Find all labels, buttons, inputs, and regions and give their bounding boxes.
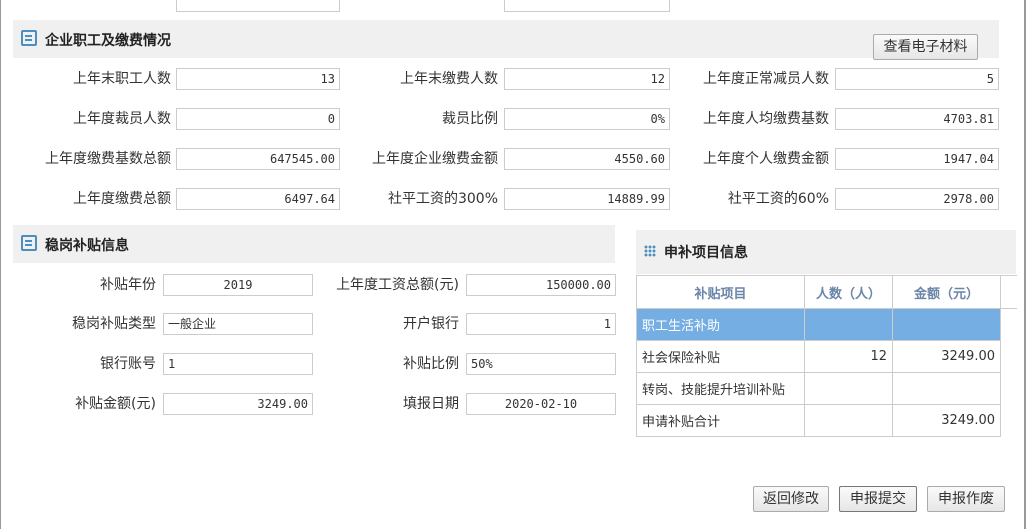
field-label: 裁员比例 xyxy=(442,111,498,127)
top-cut-input-1[interactable] xyxy=(176,0,340,12)
field-input[interactable]: 1 xyxy=(466,313,616,335)
field-input[interactable]: 2020-02-10 xyxy=(466,393,616,415)
field-label: 上年度缴费总额 xyxy=(73,191,171,207)
edit-icon xyxy=(21,30,37,46)
field-label: 上年度缴费基数总额 xyxy=(45,151,171,167)
field-label: 稳岗补贴类型 xyxy=(72,316,156,332)
panel-header: 申补项目信息 xyxy=(636,230,1016,274)
field-label: 上年度个人缴费金额 xyxy=(703,151,829,167)
top-cut-input-2[interactable] xyxy=(504,0,670,12)
field-input[interactable]: 0 xyxy=(176,108,340,130)
table-row[interactable]: 转岗、技能提升培训补贴 xyxy=(636,372,1017,405)
item-count xyxy=(804,308,893,341)
field-label: 社平工资的300% xyxy=(387,191,498,207)
section-subsidy-header: 稳岗补贴信息 xyxy=(13,225,615,263)
item-count xyxy=(804,404,893,437)
field-input[interactable]: 0% xyxy=(504,108,670,130)
item-amount xyxy=(892,372,1001,405)
field-input[interactable]: 647545.00 xyxy=(176,148,340,170)
item-name: 社会保险补贴 xyxy=(636,340,805,373)
col-header: 人数（人） xyxy=(804,275,893,309)
field-input[interactable]: 5 xyxy=(835,68,999,90)
field-input[interactable]: 12 xyxy=(504,68,670,90)
item-count xyxy=(804,372,893,405)
table-row[interactable]: 社会保险补贴 12 3249.00 xyxy=(636,340,1017,373)
field-label: 上年度人均缴费基数 xyxy=(703,111,829,127)
field-input[interactable]: 1947.04 xyxy=(835,148,999,170)
field-input[interactable]: 14889.99 xyxy=(504,188,670,210)
table-row[interactable]: 申请补贴合计 3249.00 xyxy=(636,404,1017,437)
panel-title: 申补项目信息 xyxy=(664,245,748,261)
subsidy-items-table: 补贴项目 人数（人） 金额（元） 职工生活补助 社会保险补贴 12 3249.00 转岗… xyxy=(636,275,1017,437)
field-label: 银行账号 xyxy=(100,356,156,372)
field-label: 补贴金额(元) xyxy=(75,396,156,412)
field-label: 补贴比例 xyxy=(403,356,459,372)
field-input[interactable]: 13 xyxy=(176,68,340,90)
field-label: 上年末缴费人数 xyxy=(400,71,498,87)
edit-icon xyxy=(21,235,37,251)
field-label: 上年末职工人数 xyxy=(73,71,171,87)
section-title: 企业职工及缴费情况 xyxy=(45,33,171,49)
grid-icon xyxy=(644,245,656,257)
void-button[interactable]: 申报作废 xyxy=(927,486,1005,512)
submit-button[interactable]: 申报提交 xyxy=(839,486,917,512)
item-amount xyxy=(892,308,1001,341)
field-input[interactable]: 150000.00 xyxy=(466,274,616,296)
field-label: 开户银行 xyxy=(403,316,459,332)
field-label: 上年度企业缴费金额 xyxy=(372,151,498,167)
item-count: 12 xyxy=(804,340,893,373)
col-header: 补贴项目 xyxy=(636,275,805,309)
item-amount: 3249.00 xyxy=(892,404,1001,437)
field-input[interactable]: 50% xyxy=(466,353,616,375)
field-label: 补贴年份 xyxy=(100,277,156,293)
table-row[interactable]: 职工生活补助 xyxy=(636,308,1017,341)
view-electronic-materials-button[interactable]: 查看电子材料 xyxy=(873,34,978,60)
item-amount: 3249.00 xyxy=(892,340,1001,373)
col-header: 金额（元） xyxy=(892,275,1001,309)
item-name: 转岗、技能提升培训补贴 xyxy=(636,372,805,405)
field-input[interactable]: 6497.64 xyxy=(176,188,340,210)
field-input[interactable]: 2978.00 xyxy=(835,188,999,210)
field-label: 社平工资的60% xyxy=(727,191,829,207)
field-input[interactable]: 4550.60 xyxy=(504,148,670,170)
field-label: 填报日期 xyxy=(403,396,459,412)
back-edit-button[interactable]: 返回修改 xyxy=(753,486,829,512)
section-title: 稳岗补贴信息 xyxy=(45,238,129,254)
item-name: 申请补贴合计 xyxy=(636,404,805,437)
field-label: 上年度工资总额(元) xyxy=(336,277,459,293)
field-label: 上年度裁员人数 xyxy=(73,111,171,127)
item-name: 职工生活补助 xyxy=(636,308,805,341)
field-label: 上年度正常减员人数 xyxy=(703,71,829,87)
field-input[interactable]: 4703.81 xyxy=(835,108,999,130)
section-employee-header: 企业职工及缴费情况 xyxy=(13,20,999,58)
